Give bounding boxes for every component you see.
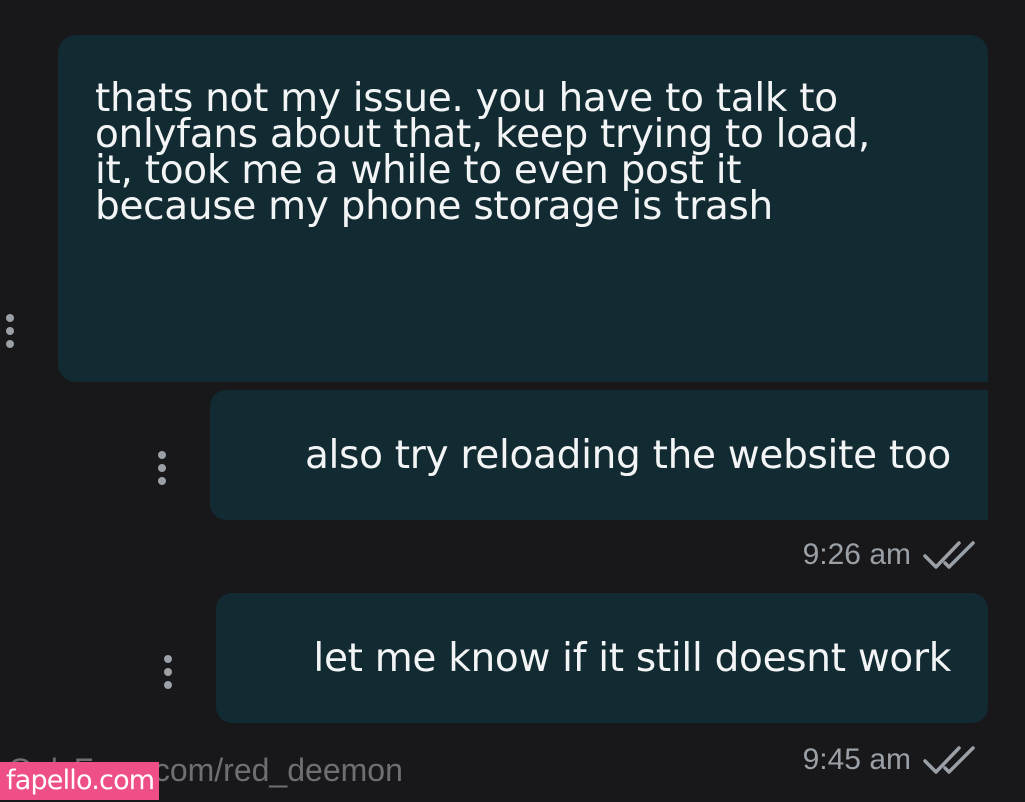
double-check-icon <box>923 746 975 774</box>
message-bubble: thats not my issue. you have to talk to … <box>58 35 988 382</box>
message-options-icon[interactable] <box>5 314 15 348</box>
message-text: let me know if it still doesnt work <box>313 635 951 681</box>
message-options-icon[interactable] <box>163 655 173 689</box>
message-time: 9:26 am <box>802 538 911 571</box>
message-text: thats not my issue. you have to talk to … <box>95 76 870 243</box>
message-bubble: also try reloading the website too <box>210 390 988 520</box>
double-check-icon <box>923 541 975 569</box>
message-meta: 9:26 am <box>803 538 977 572</box>
message-meta: 9:45 am <box>803 743 977 777</box>
message-text: also try reloading the website too <box>304 432 951 478</box>
message-line: because my phone storage is trash <box>95 184 773 229</box>
site-watermark-badge: fapello.com <box>0 762 160 800</box>
message-bubble: let me know if it still doesnt work <box>216 593 988 723</box>
message-time: 9:45 am <box>802 743 911 776</box>
message-options-icon[interactable] <box>157 451 167 485</box>
